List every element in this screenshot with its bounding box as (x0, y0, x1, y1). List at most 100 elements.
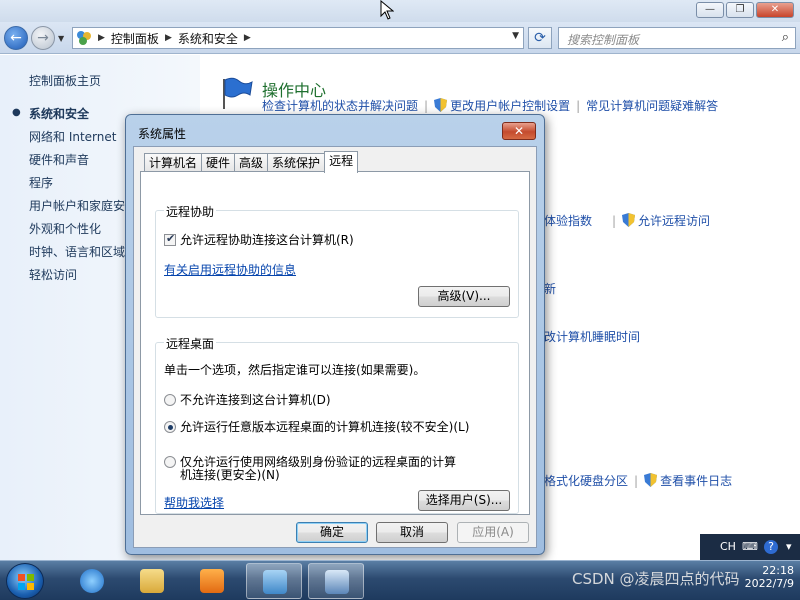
option-nla-only-radio[interactable] (164, 456, 176, 468)
apply-button[interactable]: 应用(A) (457, 522, 529, 543)
sidebar-item-system-security[interactable]: 系统和安全 (29, 105, 89, 122)
current-item-bullet-icon: ● (12, 107, 21, 118)
sidebar-item-user-accounts[interactable]: 用户帐户和家庭安 (29, 197, 125, 214)
sidebar-item-accessibility[interactable]: 轻松访问 (29, 266, 77, 283)
sidebar-item-hardware[interactable]: 硬件和声音 (29, 151, 89, 168)
remote-desktop-label: 远程桌面 (164, 335, 217, 352)
link-separator: | (634, 474, 639, 488)
option-no-connections-label[interactable]: 不允许连接到这台计算机(D) (180, 393, 331, 407)
start-button[interactable] (6, 563, 44, 599)
remote-tab-panel: 远程协助 ✔ 允许远程协助连接这台计算机(R) 有关启用远程协助的信息 高级(V)… (140, 171, 530, 515)
sleep-time-link[interactable]: 改计算机睡眠时间 (544, 328, 640, 345)
tab-computer-name[interactable]: 计算机名 (144, 153, 203, 173)
window-controls: — ❐ ✕ (696, 2, 794, 18)
clock-date: 2022/7/9 (744, 577, 794, 590)
close-window-button[interactable]: ✕ (756, 2, 794, 18)
sidebar-item-clock-region[interactable]: 时钟、语言和区域 (29, 243, 125, 260)
option-no-connections-radio[interactable] (164, 394, 176, 406)
option-any-version-radio[interactable] (164, 421, 176, 433)
link-separator: | (612, 214, 617, 228)
option-no-connections-row[interactable]: 不允许连接到这台计算机(D) (164, 391, 331, 408)
advanced-button[interactable]: 高级(V)... (418, 286, 510, 307)
help-icon[interactable]: ? (764, 540, 778, 554)
tab-advanced[interactable]: 高级 (234, 153, 269, 173)
option-any-version-label[interactable]: 允许运行任意版本远程桌面的计算机连接(较不安全)(L) (180, 420, 469, 434)
internet-explorer-icon (80, 569, 104, 593)
remote-assistance-info-link[interactable]: 有关启用远程协助的信息 (164, 261, 296, 278)
radio-selected-dot (168, 425, 173, 430)
check-status-link[interactable]: 检查计算机的状态并解决问题 (262, 99, 418, 113)
allow-remote-link-wrapper: | 允许远程访问 (606, 212, 710, 229)
option-any-version-row[interactable]: 允许运行任意版本远程桌面的计算机连接(较不安全)(L) (164, 418, 469, 435)
keyboard-icon[interactable]: ⌨ (742, 540, 758, 553)
control-panel-icon (263, 570, 287, 594)
tray-overflow-icon[interactable]: ▾ (786, 540, 792, 553)
taskbar-media-player[interactable] (184, 563, 240, 599)
allow-remote-assistance-label[interactable]: 允许远程协助连接这台计算机(R) (180, 233, 354, 247)
dialog-close-button[interactable]: ✕ (502, 122, 536, 140)
minimize-button[interactable]: — (696, 2, 724, 18)
allow-remote-access-link[interactable]: 允许远程访问 (638, 214, 710, 228)
address-bar[interactable]: ▶ 控制面板 ▶ 系统和安全 ▶ ▼ (72, 27, 524, 49)
sidebar-item-home[interactable]: 控制面板主页 (29, 72, 101, 89)
tab-hardware[interactable]: 硬件 (201, 153, 236, 173)
taskbar-ie[interactable] (64, 563, 120, 599)
troubleshoot-link[interactable]: 常见计算机问题疑难解答 (586, 99, 718, 113)
clock[interactable]: 22:18 2022/7/9 (745, 564, 794, 590)
select-users-button[interactable]: 选择用户(S)... (418, 490, 510, 511)
taskbar-system-properties[interactable] (308, 563, 364, 599)
input-language-indicator[interactable]: CH (720, 540, 736, 553)
back-button[interactable]: ← (4, 26, 28, 50)
refresh-button[interactable]: ⟳ (528, 27, 552, 49)
system-properties-dialog: 系统属性 ✕ 计算机名 硬件 高级 系统保护 远程 远程协助 ✔ 允许远程协助连接… (125, 114, 545, 555)
recent-pages-dropdown-icon[interactable]: ▼ (58, 34, 64, 43)
breadcrumb-control-panel[interactable]: 控制面板 (111, 30, 159, 47)
taskbar-control-panel[interactable] (246, 563, 302, 599)
search-icon[interactable]: ⌕ (782, 30, 789, 45)
mouse-cursor-icon (380, 0, 394, 20)
restore-button[interactable]: ❐ (726, 2, 754, 18)
media-player-icon (200, 569, 224, 593)
remote-assistance-group: 远程协助 ✔ 允许远程协助连接这台计算机(R) 有关启用远程协助的信息 高级(V)… (155, 203, 519, 318)
format-partition-link[interactable]: 格式化硬盘分区 (544, 474, 628, 488)
ok-button[interactable]: 确定 (296, 522, 368, 543)
admin-tools-links: 格式化硬盘分区 | 查看事件日志 (544, 472, 732, 489)
dialog-title: 系统属性 (138, 127, 187, 141)
action-center-links: 检查计算机的状态并解决问题 | 更改用户帐户控制设置 | 常见计算机问题疑难解答 (262, 97, 718, 114)
forward-button[interactable]: → (31, 26, 55, 50)
tab-strip: 计算机名 硬件 高级 系统保护 远程 (144, 151, 359, 173)
allow-remote-assistance-row[interactable]: ✔ 允许远程协助连接这台计算机(R) (164, 231, 354, 248)
breadcrumb-separator-icon[interactable]: ▶ (244, 33, 251, 43)
windows-update-link[interactable]: 新 (544, 280, 556, 297)
sidebar-item-programs[interactable]: 程序 (29, 174, 53, 191)
dialog-body: 计算机名 硬件 高级 系统保护 远程 远程协助 ✔ 允许远程协助连接这台计算机(R… (133, 146, 537, 548)
remote-desktop-instruction: 单击一个选项，然后指定谁可以连接(如果需要)。 (164, 363, 426, 377)
sidebar-item-appearance[interactable]: 外观和个性化 (29, 220, 101, 237)
tab-system-protection[interactable]: 系统保护 (267, 153, 326, 173)
experience-index-link[interactable]: 体验指数 (544, 212, 592, 229)
tab-remote[interactable]: 远程 (324, 151, 359, 173)
breadcrumb-separator-icon[interactable]: ▶ (98, 33, 105, 43)
address-dropdown-icon[interactable]: ▼ (512, 31, 519, 41)
help-me-choose-link[interactable]: 帮助我选择 (164, 494, 224, 511)
clock-time: 22:18 (762, 564, 794, 577)
remote-assistance-label: 远程协助 (164, 203, 217, 220)
option-nla-only-label-line2[interactable]: 机连接(更安全)(N) (180, 466, 280, 483)
uac-shield-icon (644, 473, 658, 487)
action-center-flag-icon (223, 77, 253, 109)
explorer-titlebar: — ❐ ✕ (0, 0, 800, 22)
uac-settings-link[interactable]: 更改用户帐户控制设置 (450, 99, 570, 113)
sidebar-item-network[interactable]: 网络和 Internet (29, 128, 116, 145)
system-properties-icon (325, 570, 349, 594)
breadcrumb-separator-icon[interactable]: ▶ (165, 33, 172, 43)
event-log-link[interactable]: 查看事件日志 (660, 474, 732, 488)
search-input[interactable]: 搜索控制面板 ⌕ (558, 27, 796, 49)
cancel-button[interactable]: 取消 (376, 522, 448, 543)
control-panel-icon (76, 30, 92, 46)
windows-logo-icon (18, 574, 34, 590)
allow-remote-assistance-checkbox[interactable]: ✔ (164, 232, 176, 246)
remote-desktop-group: 远程桌面 单击一个选项，然后指定谁可以连接(如果需要)。 不允许连接到这台计算机… (155, 335, 519, 514)
navigation-bar: ← → ▼ ▶ 控制面板 ▶ 系统和安全 ▶ ▼ ⟳ 搜索控制面板 ⌕ (0, 22, 800, 54)
breadcrumb-system-security[interactable]: 系统和安全 (178, 30, 238, 47)
taskbar-explorer[interactable] (124, 563, 180, 599)
